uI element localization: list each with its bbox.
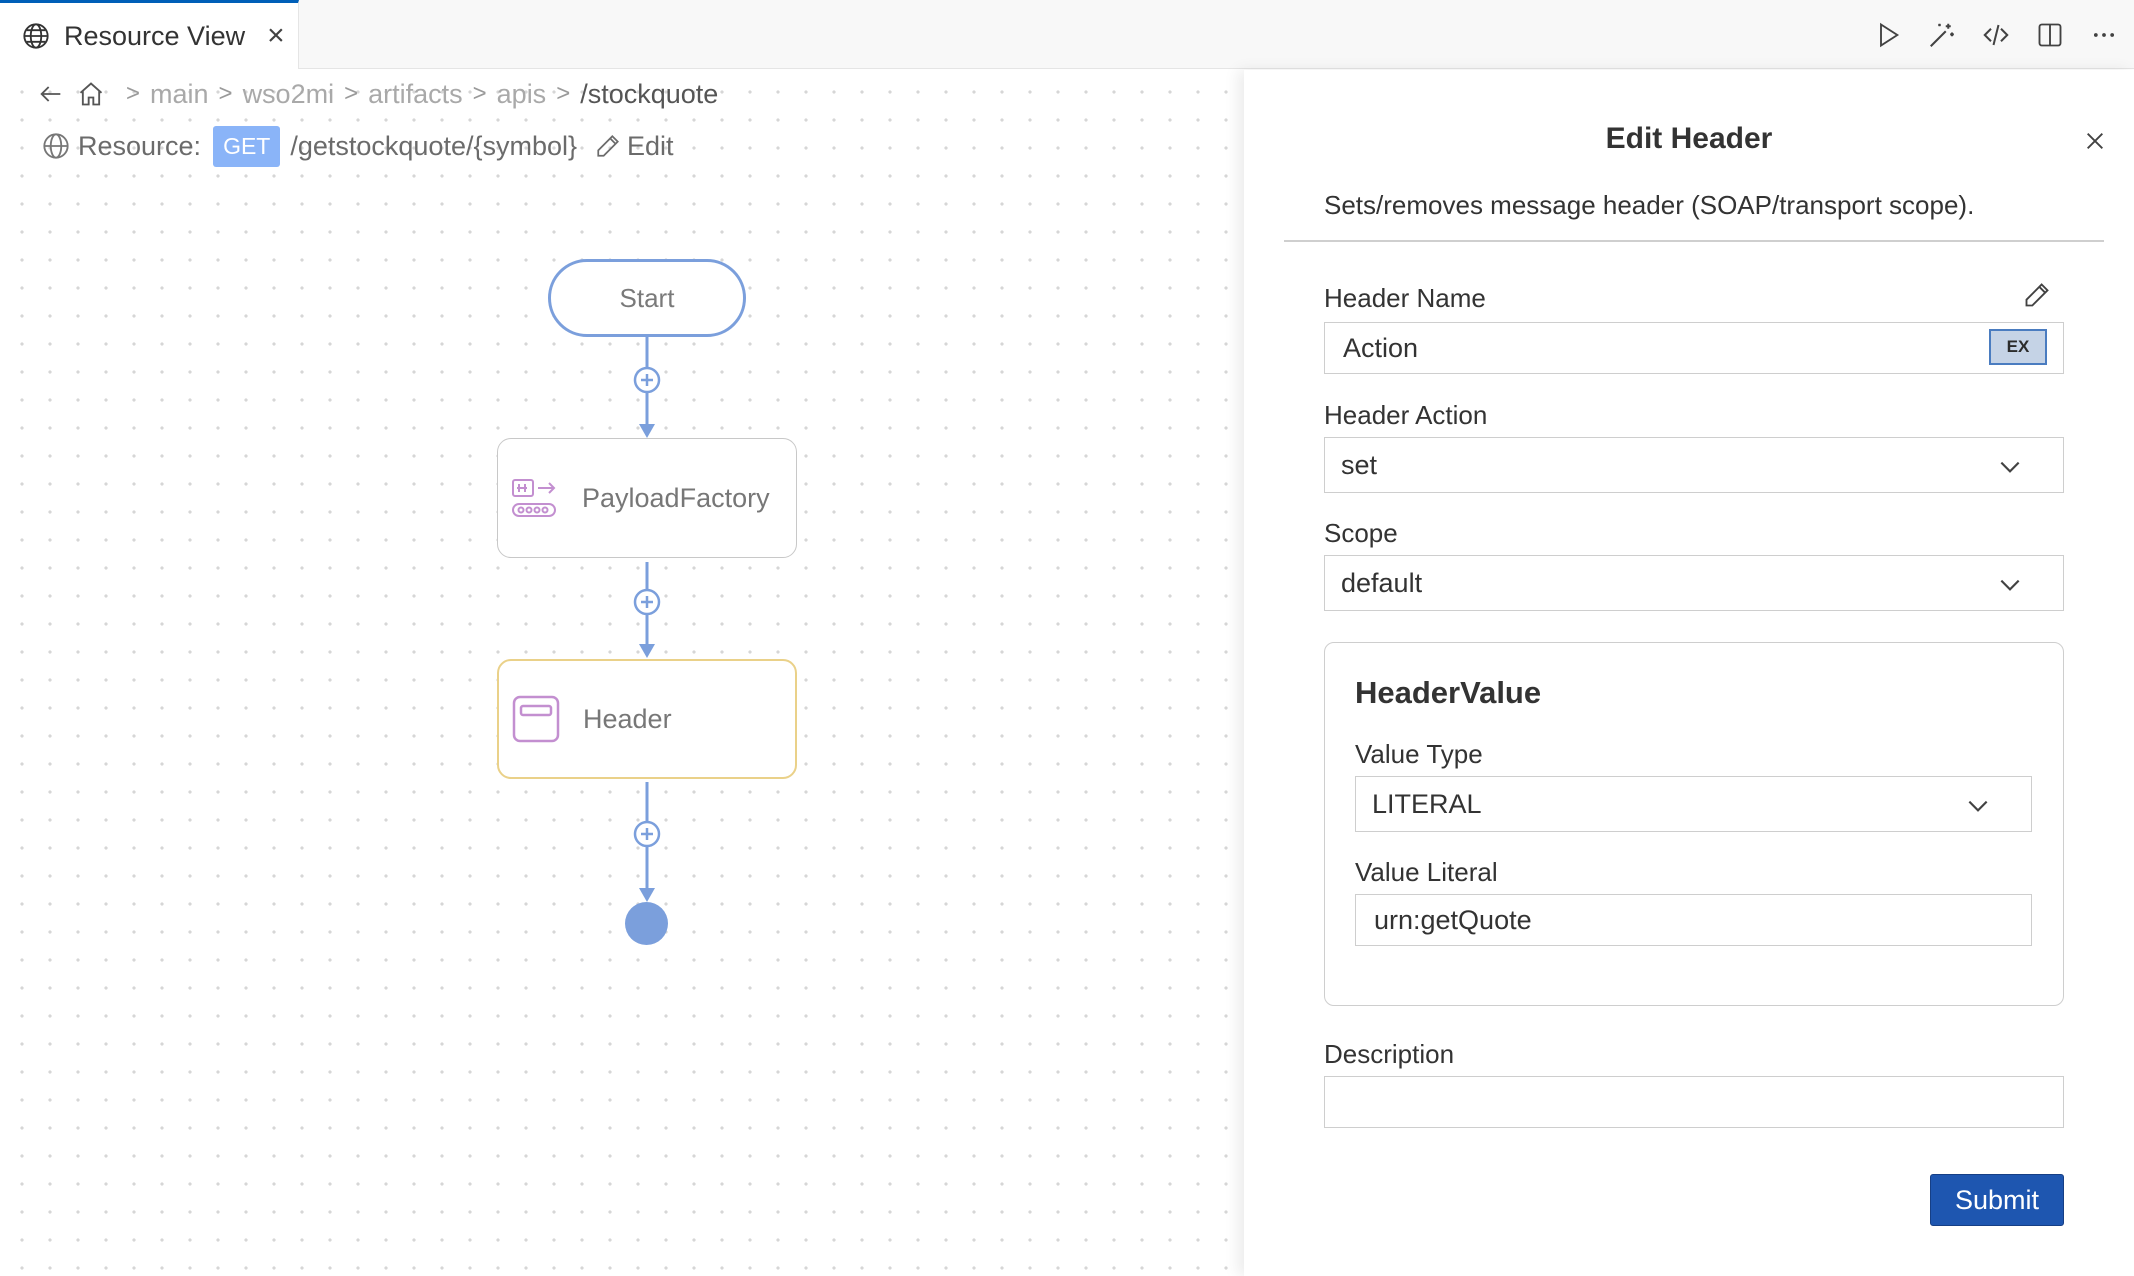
group-title: HeaderValue [1355,675,1542,710]
divider [1284,240,2104,242]
payloadfactory-icon [508,471,562,525]
header-node[interactable]: Header [497,659,797,779]
breadcrumb-separator: > [556,80,571,107]
end-node [625,902,668,945]
chevron-down-icon [2000,579,2020,591]
start-node[interactable]: Start [548,259,746,337]
value-literal-value: urn:getQuote [1374,904,1532,935]
editor-toolbar [1872,0,2120,69]
back-arrow-icon[interactable] [36,79,66,109]
chevron-down-icon [2000,461,2020,473]
pencil-icon[interactable] [2020,278,2054,312]
add-node-icon[interactable] [632,365,662,395]
split-view-icon[interactable] [2034,19,2066,51]
editor-tab-bar: Resource View × [0,0,2134,69]
expression-toggle-button[interactable]: EX [1989,329,2047,365]
header-name-input[interactable]: Action EX [1324,322,2064,374]
submit-button[interactable]: Submit [1930,1174,2064,1226]
header-name-value: Action [1343,332,1419,363]
play-icon[interactable] [1872,19,1904,51]
value-type-value: LITERAL [1372,788,1482,819]
panel-title: Edit Header [1605,122,1773,155]
header-name-label: Header Name [1324,283,1486,313]
value-literal-input[interactable]: urn:getQuote [1355,894,2032,946]
add-node-icon[interactable] [632,819,662,849]
chevron-down-icon [1968,800,1988,812]
globe-icon [23,23,49,49]
close-icon[interactable] [2080,126,2110,156]
node-label: Header [583,703,672,734]
scope-value: default [1341,567,1423,598]
code-icon[interactable] [1980,19,2012,51]
pencil-icon [597,135,620,157]
header-action-value: set [1341,449,1378,480]
home-icon[interactable] [76,79,106,109]
breadcrumb-item[interactable]: artifacts [368,79,463,110]
breadcrumb-item[interactable]: apis [497,79,547,110]
add-node-icon[interactable] [632,587,662,617]
scope-select[interactable]: default [1324,555,2064,611]
payloadfactory-node[interactable]: PayloadFactory [497,438,797,558]
panel-description: Sets/removes message header (SOAP/transp… [1324,190,1975,220]
more-icon[interactable] [2088,19,2120,51]
header-action-label: Header Action [1324,400,1488,430]
scope-label: Scope [1324,518,1398,548]
globe-icon [43,133,69,159]
tab-label: Resource View [64,20,246,51]
breadcrumb-separator: > [472,80,487,107]
edit-header-panel: Edit Header Sets/removes message header … [1244,70,2134,1276]
value-type-select[interactable]: LITERAL [1355,776,2032,832]
breadcrumb-separator: > [218,80,233,107]
tab-close-icon[interactable]: × [267,21,285,51]
description-input[interactable] [1324,1076,2064,1128]
breadcrumb-current: /stockquote [580,78,719,109]
magic-wand-icon[interactable] [1926,19,1958,51]
breadcrumb-separator: > [126,80,141,107]
tab-resource-view[interactable]: Resource View × [0,0,299,69]
header-mediator-icon [509,692,563,746]
resource-path: /getstockquote/{symbol} [290,130,578,161]
value-type-label: Value Type [1355,739,1483,769]
header-value-group: HeaderValue Value Type LITERAL Value Lit… [1324,642,2064,1006]
value-literal-label: Value Literal [1355,857,1498,887]
breadcrumb-separator: > [344,80,359,107]
method-badge: GET [213,125,281,167]
breadcrumb-item[interactable]: main [150,79,209,110]
resource-label: Resource: [78,130,202,161]
node-label: PayloadFactory [582,482,770,513]
edit-label: Edit [627,130,674,161]
breadcrumb-item[interactable]: wso2mi [243,79,335,110]
header-action-select[interactable]: set [1324,437,2064,493]
description-label: Description [1324,1039,1455,1069]
edit-resource-button[interactable]: Edit [595,131,674,162]
breadcrumb: > main > wso2mi > artifacts > apis > /st… [36,78,719,110]
resource-info: Resource: GET /getstockquote/{symbol} Ed… [42,124,674,168]
